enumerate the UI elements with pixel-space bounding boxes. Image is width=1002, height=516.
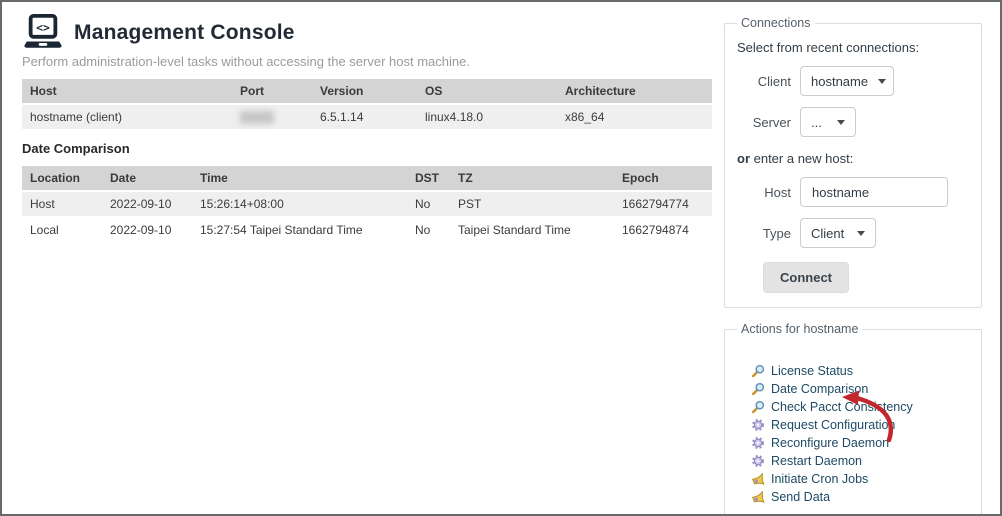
action-label: Check Pacct Consistency	[771, 400, 913, 414]
cell-port	[232, 105, 312, 129]
col-architecture: Architecture	[557, 79, 712, 103]
cell-dst: No	[407, 218, 450, 242]
magnifier-icon	[751, 382, 765, 396]
col-tz: TZ	[450, 166, 614, 190]
or-rest: enter a new host:	[750, 151, 853, 166]
gear-icon	[751, 418, 765, 432]
host-info-table: Host Port Version OS Architecture hostna…	[22, 79, 712, 129]
date-row-local: Local 2022-09-10 15:27:54 Taipei Standar…	[22, 218, 712, 242]
cell-architecture: x86_64	[557, 105, 712, 129]
host-label: Host	[735, 185, 791, 200]
cell-os: linux4.18.0	[417, 105, 557, 129]
date-table-header: Location Date Time DST TZ Epoch	[22, 166, 712, 190]
host-input[interactable]	[800, 177, 948, 207]
action-label: Reconfigure Daemon	[771, 436, 889, 450]
or-bold: or	[737, 151, 750, 166]
action-date-comparison[interactable]: Date Comparison	[751, 380, 971, 398]
type-select[interactable]: Client	[800, 218, 876, 248]
cell-version: 6.5.1.14	[312, 105, 417, 129]
cell-date: 2022-09-10	[102, 218, 192, 242]
client-select[interactable]: hostname	[800, 66, 894, 96]
host-table-row: hostname (client) 6.5.1.14 linux4.18.0 x…	[22, 105, 712, 129]
caret-down-icon	[857, 231, 865, 236]
magnifier-icon	[751, 364, 765, 378]
new-host-label: or enter a new host:	[737, 151, 971, 166]
action-restart-daemon[interactable]: Restart Daemon	[751, 452, 971, 470]
type-label: Type	[735, 226, 791, 241]
action-label: Initiate Cron Jobs	[771, 472, 868, 486]
action-send-data[interactable]: Send Data	[751, 488, 971, 506]
server-label: Server	[735, 115, 791, 130]
action-label: Date Comparison	[771, 382, 868, 396]
cell-location: Local	[22, 218, 102, 242]
svg-text:<>: <>	[36, 21, 50, 35]
client-select-value: hostname	[811, 74, 868, 89]
action-label: Restart Daemon	[771, 454, 862, 468]
date-comparison-table: Location Date Time DST TZ Epoch Host 202…	[22, 166, 712, 242]
date-row-host: Host 2022-09-10 15:26:14+08:00 No PST 16…	[22, 192, 712, 216]
type-select-value: Client	[811, 226, 844, 241]
client-label: Client	[735, 74, 791, 89]
host-table-header: Host Port Version OS Architecture	[22, 79, 712, 103]
horn-icon	[751, 490, 765, 504]
cell-epoch: 1662794774	[614, 192, 712, 216]
server-row: Server ...	[735, 107, 971, 137]
cell-host: hostname (client)	[22, 105, 232, 129]
type-row: Type Client	[735, 218, 971, 248]
cell-location: Host	[22, 192, 102, 216]
client-row: Client hostname	[735, 66, 971, 96]
col-host: Host	[22, 79, 232, 103]
server-select[interactable]: ...	[800, 107, 856, 137]
action-label: Send Data	[771, 490, 830, 504]
action-initiate-cron-jobs[interactable]: Initiate Cron Jobs	[751, 470, 971, 488]
col-epoch: Epoch	[614, 166, 712, 190]
page-header: <> Management Console	[22, 14, 712, 52]
col-time: Time	[192, 166, 407, 190]
cell-date: 2022-09-10	[102, 192, 192, 216]
action-label: Request Configuration	[771, 418, 895, 432]
caret-down-icon	[878, 79, 886, 84]
side-panel: Connections Select from recent connectio…	[724, 16, 982, 516]
action-check-pacct-consistency[interactable]: Check Pacct Consistency	[751, 398, 971, 416]
gear-icon	[751, 454, 765, 468]
connections-panel: Connections Select from recent connectio…	[724, 16, 982, 308]
cell-tz: PST	[450, 192, 614, 216]
server-select-value: ...	[811, 115, 822, 130]
cell-time: 15:27:54 Taipei Standard Time	[192, 218, 407, 242]
gear-icon	[751, 436, 765, 450]
cell-dst: No	[407, 192, 450, 216]
caret-down-icon	[837, 120, 845, 125]
cell-time: 15:26:14+08:00	[192, 192, 407, 216]
horn-icon	[751, 472, 765, 486]
connect-button[interactable]: Connect	[763, 262, 849, 293]
cell-epoch: 1662794874	[614, 218, 712, 242]
col-port: Port	[232, 79, 312, 103]
actions-list: License Status Date Comparison Check Pac…	[751, 362, 971, 506]
action-license-status[interactable]: License Status	[751, 362, 971, 380]
col-date: Date	[102, 166, 192, 190]
action-label: License Status	[771, 364, 853, 378]
page-subtitle: Perform administration-level tasks witho…	[22, 54, 712, 69]
col-dst: DST	[407, 166, 450, 190]
management-console-window: <> Management Console Perform administra…	[0, 0, 1002, 516]
actions-legend: Actions for hostname	[737, 322, 862, 336]
col-location: Location	[22, 166, 102, 190]
redacted-port-blur	[240, 111, 274, 124]
col-os: OS	[417, 79, 557, 103]
action-reconfigure-daemon[interactable]: Reconfigure Daemon	[751, 434, 971, 452]
action-request-configuration[interactable]: Request Configuration	[751, 416, 971, 434]
laptop-code-icon: <>	[22, 14, 64, 52]
date-comparison-heading: Date Comparison	[22, 141, 712, 156]
magnifier-icon	[751, 400, 765, 414]
col-version: Version	[312, 79, 417, 103]
recent-connections-label: Select from recent connections:	[737, 40, 971, 55]
main-content: <> Management Console Perform administra…	[22, 14, 712, 244]
cell-tz: Taipei Standard Time	[450, 218, 614, 242]
connections-legend: Connections	[737, 16, 815, 30]
host-row: Host	[735, 177, 971, 207]
actions-panel: Actions for hostname License Status Date…	[724, 322, 982, 516]
page-title: Management Console	[74, 21, 295, 45]
